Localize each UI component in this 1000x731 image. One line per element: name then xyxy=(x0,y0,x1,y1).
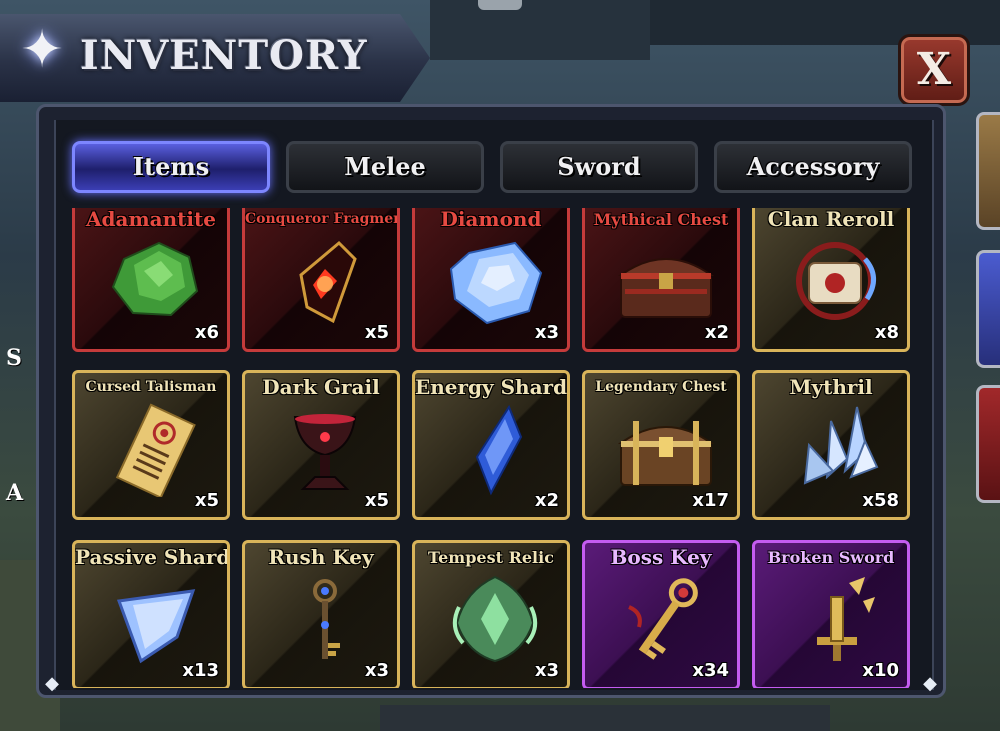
item-count: x34 xyxy=(692,660,729,681)
corner-ornament-icon: ◆ xyxy=(45,673,59,694)
item-count: x5 xyxy=(364,322,389,343)
energy-shard-icon xyxy=(475,404,523,496)
item-name: Boss Key xyxy=(610,545,712,569)
item-name: Tempest Relic xyxy=(428,548,554,567)
close-button[interactable]: X xyxy=(898,34,970,106)
item-name: Passive Shard xyxy=(75,545,230,569)
item-slot-legendary-chest[interactable]: Legendary Chest x17 xyxy=(582,370,740,520)
item-slot-tempest-relic[interactable]: Tempest Relic x3 xyxy=(412,540,570,688)
item-name: Mythril xyxy=(789,375,873,399)
side-panel-card[interactable] xyxy=(976,385,1000,503)
diamond-icon xyxy=(449,241,543,325)
item-name: Cursed Talisman xyxy=(85,379,217,395)
item-grid: Adamantite x6 Conqueror Fragment x5 Diam… xyxy=(66,208,926,688)
item-name: Dark Grail xyxy=(262,375,380,399)
item-slot-mythril[interactable]: Mythril x58 xyxy=(752,370,910,520)
item-name: Diamond xyxy=(440,208,542,231)
item-count: x58 xyxy=(862,490,899,511)
item-count: x10 xyxy=(862,660,899,681)
rush-key-icon xyxy=(313,579,340,659)
corner-ornament-icon: ◆ xyxy=(923,673,937,694)
green-crystal-icon xyxy=(111,241,199,317)
item-name: Adamantite xyxy=(86,208,216,231)
item-slot-broken-sword[interactable]: Broken Sword x10 xyxy=(752,540,910,688)
background-scenery xyxy=(430,0,650,60)
side-panel-card[interactable] xyxy=(976,112,1000,230)
mythril-icon xyxy=(803,406,879,485)
item-count: x5 xyxy=(194,490,219,511)
item-count: x8 xyxy=(874,322,899,343)
item-name: Mythical Chest xyxy=(593,210,729,229)
background-scenery xyxy=(380,705,830,731)
item-count: x13 xyxy=(182,660,219,681)
item-slot-clan-reroll[interactable]: Clan Reroll x8 xyxy=(752,208,910,352)
item-count: x2 xyxy=(704,322,729,343)
item-count: x2 xyxy=(534,490,559,511)
tab-sword[interactable]: Sword xyxy=(500,141,698,193)
item-count: x17 xyxy=(692,490,729,511)
item-slot-mythical-chest[interactable]: Mythical Chest x2 xyxy=(582,208,740,352)
item-name: Clan Reroll xyxy=(767,208,895,231)
item-name: Broken Sword xyxy=(767,548,895,567)
tab-accessory[interactable]: Accessory xyxy=(714,141,912,193)
broken-sword-icon xyxy=(817,577,875,661)
item-slot-cursed-talisman[interactable]: Cursed Talisman x5 xyxy=(72,370,230,520)
relic-icon xyxy=(452,575,538,663)
tab-items[interactable]: Items xyxy=(72,141,270,193)
legendary-chest-icon xyxy=(617,421,715,486)
passive-shard-icon xyxy=(116,589,196,664)
tab-melee[interactable]: Melee xyxy=(286,141,484,193)
scroll-icon xyxy=(796,242,876,320)
talisman-icon xyxy=(115,403,196,497)
item-slot-passive-shard[interactable]: Passive Shard x13 xyxy=(72,540,230,688)
item-slot-adamantite[interactable]: Adamantite x6 xyxy=(72,208,230,352)
side-panel-card[interactable] xyxy=(976,250,1000,368)
item-slot-boss-key[interactable]: Boss Key x34 xyxy=(582,540,740,688)
sparkle-star-icon: ✦ xyxy=(20,20,64,80)
item-count: x6 xyxy=(194,322,219,343)
side-card-label: S xyxy=(6,345,22,371)
item-name: Rush Key xyxy=(268,545,374,569)
item-slot-diamond[interactable]: Diamond x3 xyxy=(412,208,570,352)
item-count: x3 xyxy=(534,660,559,681)
item-count: x3 xyxy=(364,660,389,681)
side-card-label: A xyxy=(6,480,24,506)
grail-icon xyxy=(293,414,357,490)
item-count: x3 xyxy=(534,322,559,343)
top-indicator xyxy=(478,0,522,10)
item-name: Legendary Chest xyxy=(595,379,727,395)
red-fragment-icon xyxy=(299,240,357,324)
item-name: Energy Shard xyxy=(415,375,568,399)
item-count: x5 xyxy=(364,490,389,511)
item-slot-energy-shard[interactable]: Energy Shard x2 xyxy=(412,370,570,520)
mythical-chest-icon xyxy=(617,258,715,318)
boss-key-icon xyxy=(628,578,698,660)
item-name: Conqueror Fragment xyxy=(245,211,400,227)
item-slot-conqueror-fragment[interactable]: Conqueror Fragment x5 xyxy=(242,208,400,352)
item-slot-dark-grail[interactable]: Dark Grail x5 xyxy=(242,370,400,520)
inventory-title: INVENTORY xyxy=(80,32,368,79)
item-slot-rush-key[interactable]: Rush Key x3 xyxy=(242,540,400,688)
